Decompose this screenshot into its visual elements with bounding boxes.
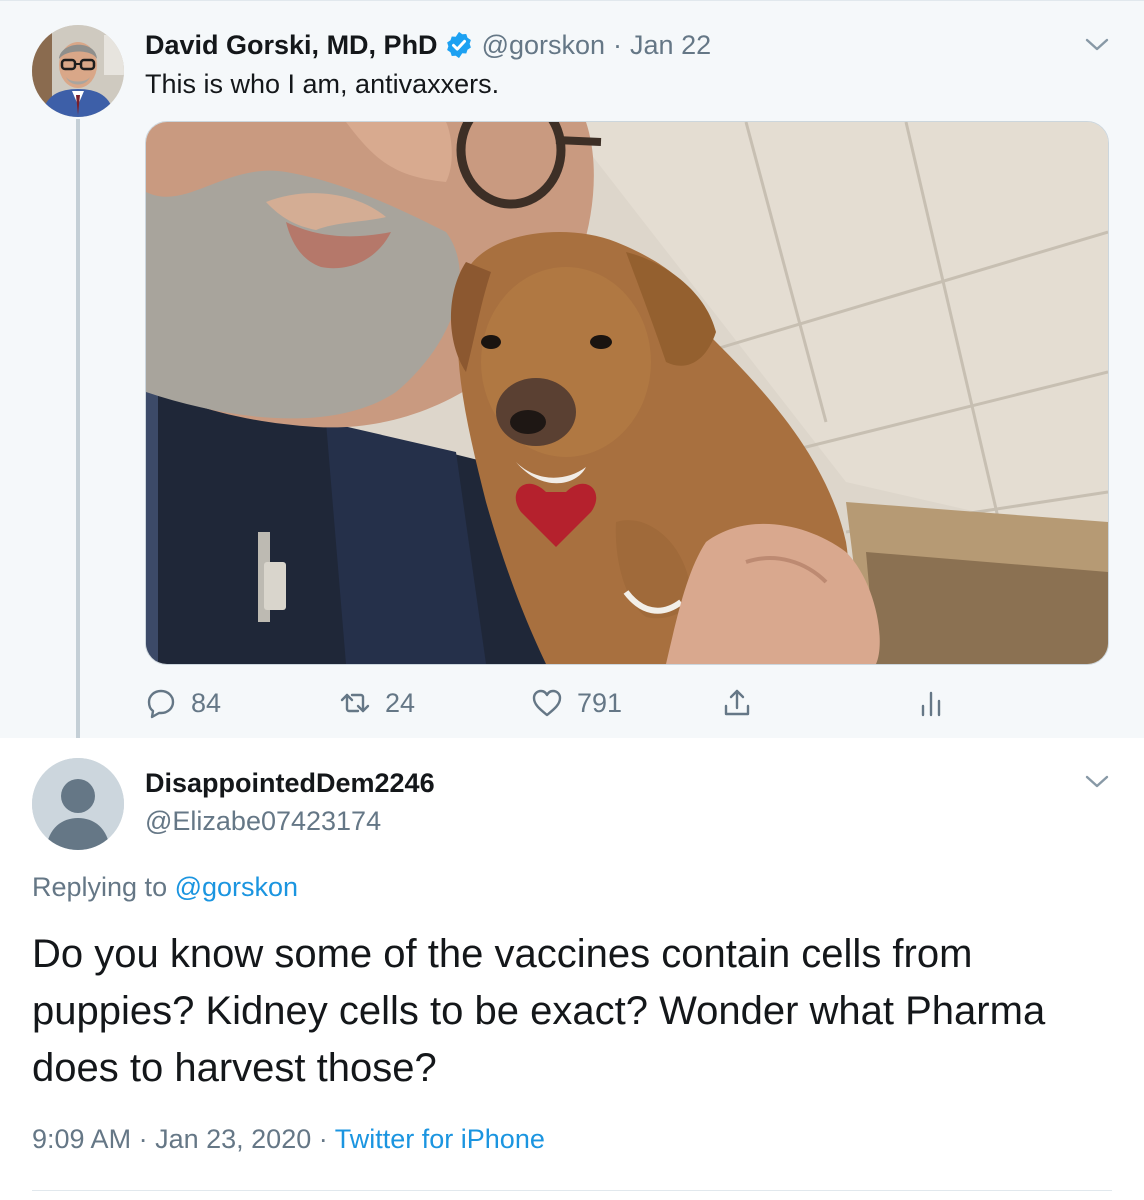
share-icon bbox=[724, 689, 750, 716]
chevron-down-icon[interactable] bbox=[1084, 774, 1110, 790]
author-handle[interactable]: @gorskon bbox=[482, 30, 605, 61]
verified-badge-icon bbox=[444, 30, 474, 60]
share-button[interactable] bbox=[721, 681, 767, 725]
default-avatar[interactable] bbox=[32, 758, 124, 850]
reply-tweet: DisappointedDem2246 @Elizabe07423174 Rep… bbox=[0, 738, 1144, 1200]
tweet-photo[interactable] bbox=[145, 121, 1109, 665]
separator-dot: · bbox=[138, 1124, 148, 1154]
tweet-actions: 84 24 791 bbox=[145, 681, 945, 725]
chevron-down-icon[interactable] bbox=[1084, 37, 1110, 53]
replying-to: Replying to @gorskon bbox=[32, 872, 298, 903]
divider bbox=[32, 1190, 1112, 1191]
replying-to-mention[interactable]: @gorskon bbox=[175, 872, 298, 902]
selfie-with-puppy-image bbox=[146, 122, 1108, 664]
avatar[interactable] bbox=[32, 25, 124, 117]
tweet-full-date[interactable]: Jan 23, 2020 bbox=[155, 1124, 311, 1154]
separator-dot: · bbox=[613, 29, 623, 60]
reply-author-name[interactable]: DisappointedDem2246 bbox=[145, 768, 435, 799]
analytics-icon bbox=[921, 691, 941, 717]
tweet-source-link[interactable]: Twitter for iPhone bbox=[335, 1124, 545, 1154]
tweet-time[interactable]: 9:09 AM bbox=[32, 1124, 131, 1154]
like-count: 791 bbox=[577, 687, 623, 718]
thread-connector-line bbox=[76, 119, 80, 747]
retweet-button[interactable]: 24 bbox=[339, 681, 415, 725]
avatar-photo-image bbox=[32, 25, 124, 117]
tweet-date[interactable]: Jan 22 bbox=[630, 30, 711, 61]
tweet-text: This is who I am, antivaxxers. bbox=[145, 69, 500, 99]
tweet-meta: 9:09 AM · Jan 23, 2020 · Twitter for iPh… bbox=[32, 1124, 545, 1155]
author-name[interactable]: David Gorski, MD, PhD bbox=[145, 30, 438, 61]
like-icon bbox=[532, 689, 562, 717]
parent-tweet[interactable]: David Gorski, MD, PhD @gorskon · Jan 22 … bbox=[0, 0, 1144, 747]
default-profile-icon bbox=[32, 758, 124, 850]
replying-to-label: Replying to bbox=[32, 872, 175, 902]
reply-button[interactable]: 84 bbox=[145, 681, 221, 725]
analytics-button[interactable] bbox=[915, 681, 961, 725]
reply-icon bbox=[147, 689, 175, 719]
tweet-header: David Gorski, MD, PhD @gorskon · Jan 22 bbox=[145, 27, 711, 63]
reply-text: Do you know some of the vaccines contain… bbox=[32, 932, 1046, 1090]
separator-dot: · bbox=[318, 1124, 328, 1154]
like-button[interactable]: 791 bbox=[531, 681, 622, 725]
reply-author-handle[interactable]: @Elizabe07423174 bbox=[145, 806, 381, 837]
retweet-count: 24 bbox=[385, 687, 416, 718]
retweet-icon bbox=[340, 693, 370, 713]
reply-count: 84 bbox=[191, 687, 222, 718]
